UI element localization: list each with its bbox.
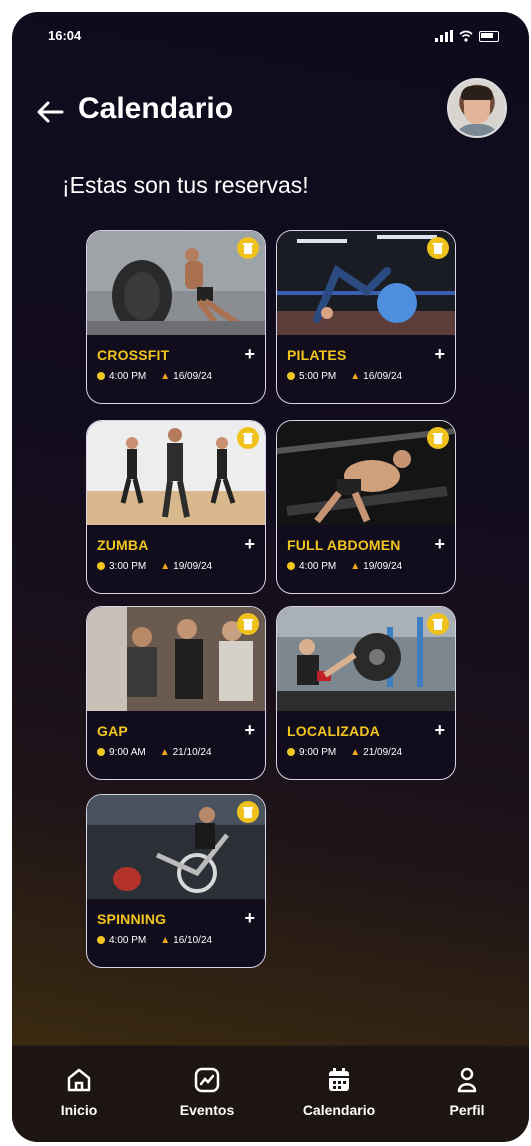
- status-bar: 16:04: [48, 26, 499, 52]
- nav-item-calendario[interactable]: Calendario: [294, 1064, 384, 1118]
- flame-icon: ▲: [160, 561, 171, 572]
- delete-icon[interactable]: [427, 427, 449, 449]
- avatar[interactable]: [447, 78, 507, 138]
- card-name: FULL ABDOMEN: [287, 537, 401, 553]
- chart-icon: [194, 1067, 220, 1093]
- card-time: 5:00 PM: [287, 371, 336, 382]
- card-date: ▲ 19/09/24: [160, 561, 213, 572]
- card-time: 4:00 PM: [97, 935, 146, 946]
- page-title: Calendario: [78, 92, 234, 125]
- card-meta: 5:00 PM ▲ 16/09/24: [287, 371, 402, 382]
- home-icon: [67, 1068, 91, 1092]
- card-name: GAP: [97, 723, 128, 739]
- bottom-nav: Inicio Eventos Calendario Perfil: [12, 1045, 529, 1142]
- calendar-icon: [329, 1068, 349, 1091]
- add-icon[interactable]: +: [244, 720, 255, 741]
- wifi-icon: [459, 30, 473, 42]
- card-date: ▲ 16/09/24: [350, 371, 403, 382]
- phone-screen: 16:04 Calendario ¡Estas son tus reservas…: [12, 12, 529, 1142]
- signal-icon: [435, 30, 453, 42]
- flame-icon: ▲: [160, 935, 171, 946]
- card-time: 4:00 PM: [287, 561, 336, 572]
- card-date: ▲ 19/09/24: [350, 561, 403, 572]
- delete-icon[interactable]: [237, 613, 259, 635]
- card-name: CROSSFIT: [97, 347, 170, 363]
- card-meta: 9:00 PM ▲ 21/09/24: [287, 747, 402, 758]
- card-time: 9:00 AM: [97, 747, 146, 758]
- card-time: 4:00 PM: [97, 371, 146, 382]
- reservation-card-pilates[interactable]: PILATES + 5:00 PM ▲ 16/09/24: [276, 230, 456, 404]
- card-meta: 4:00 PM ▲ 19/09/24: [287, 561, 402, 572]
- add-icon[interactable]: +: [434, 344, 445, 365]
- card-meta: 4:00 PM ▲ 16/09/24: [97, 371, 212, 382]
- clock-icon: [97, 562, 105, 571]
- add-icon[interactable]: +: [244, 534, 255, 555]
- add-icon[interactable]: +: [244, 908, 255, 929]
- card-meta: 9:00 AM ▲ 21/10/24: [97, 747, 212, 758]
- nav-item-eventos[interactable]: Eventos: [162, 1064, 252, 1118]
- reservation-card-zumba[interactable]: ZUMBA + 3:00 PM ▲ 19/09/24: [86, 420, 266, 594]
- reservations-heading: ¡Estas son tus reservas!: [62, 172, 309, 198]
- header: Calendario: [34, 78, 507, 138]
- delete-icon[interactable]: [237, 801, 259, 823]
- reservation-card-full-abdomen[interactable]: FULL ABDOMEN + 4:00 PM ▲ 19/09/24: [276, 420, 456, 594]
- flame-icon: ▲: [350, 561, 361, 572]
- card-date: ▲ 16/09/24: [160, 371, 213, 382]
- flame-icon: ▲: [350, 371, 361, 382]
- nav-label: Calendario: [302, 1102, 376, 1118]
- status-time: 16:04: [48, 28, 82, 43]
- delete-icon[interactable]: [427, 237, 449, 259]
- card-time: 3:00 PM: [97, 561, 146, 572]
- add-icon[interactable]: +: [434, 534, 445, 555]
- card-meta: 4:00 PM ▲ 16/10/24: [97, 935, 212, 946]
- person-icon: [457, 1067, 477, 1093]
- delete-icon[interactable]: [427, 613, 449, 635]
- nav-item-perfil[interactable]: Perfil: [422, 1064, 512, 1118]
- nav-label: Eventos: [179, 1102, 235, 1118]
- card-meta: 3:00 PM ▲ 19/09/24: [97, 561, 212, 572]
- card-name: LOCALIZADA: [287, 723, 380, 739]
- reservation-card-gap[interactable]: GAP + 9:00 AM ▲ 21/10/24: [86, 606, 266, 780]
- card-time: 9:00 PM: [287, 747, 336, 758]
- delete-icon[interactable]: [237, 427, 259, 449]
- delete-icon[interactable]: [237, 237, 259, 259]
- card-name: PILATES: [287, 347, 347, 363]
- card-date: ▲ 21/09/24: [350, 747, 403, 758]
- card-date: ▲ 21/10/24: [159, 747, 212, 758]
- battery-icon: [479, 30, 499, 42]
- reservation-card-localizada[interactable]: LOCALIZADA + 9:00 PM ▲ 21/09/24: [276, 606, 456, 780]
- clock-icon: [97, 748, 105, 757]
- nav-item-inicio[interactable]: Inicio: [34, 1064, 124, 1118]
- add-icon[interactable]: +: [244, 344, 255, 365]
- card-name: SPINNING: [97, 911, 167, 927]
- flame-icon: ▲: [159, 747, 170, 758]
- clock-icon: [97, 936, 105, 945]
- back-arrow-icon[interactable]: [34, 96, 66, 128]
- flame-icon: ▲: [160, 371, 171, 382]
- nav-label: Inicio: [60, 1102, 98, 1118]
- reservation-card-spinning[interactable]: SPINNING + 4:00 PM ▲ 16/10/24: [86, 794, 266, 968]
- flame-icon: ▲: [350, 747, 361, 758]
- nav-label: Perfil: [449, 1102, 485, 1118]
- add-icon[interactable]: +: [434, 720, 445, 741]
- status-icons: [435, 30, 499, 42]
- clock-icon: [287, 748, 295, 757]
- card-name: ZUMBA: [97, 537, 149, 553]
- clock-icon: [287, 562, 295, 571]
- reservation-card-crossfit[interactable]: CROSSFIT + 4:00 PM ▲ 16/09/24: [86, 230, 266, 404]
- clock-icon: [287, 372, 295, 381]
- clock-icon: [97, 372, 105, 381]
- card-date: ▲ 16/10/24: [160, 935, 213, 946]
